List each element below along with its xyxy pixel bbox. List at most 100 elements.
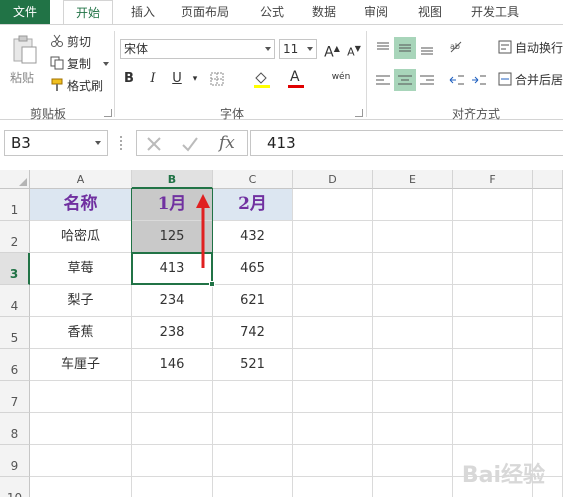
cell-A7[interactable] [30,381,132,413]
align-right-button[interactable] [416,69,438,91]
shrink-font-button[interactable]: A▼ [344,39,364,59]
font-name-select[interactable]: 宋体 [120,39,275,59]
align-center-button[interactable] [394,69,416,91]
row-header-5[interactable]: 5 [0,317,30,349]
cell-A10[interactable] [30,477,132,497]
tab-file[interactable]: 文件 [0,0,50,24]
tab-data[interactable]: 数据 [304,0,344,24]
grow-font-button[interactable]: A▲ [322,39,342,61]
row-header-6[interactable]: 6 [0,349,30,381]
copy-button[interactable]: 复制 [50,55,109,73]
row-header-7[interactable]: 7 [0,381,30,413]
cell-E3[interactable] [373,253,453,285]
cell-A8[interactable] [30,413,132,445]
cell-C8[interactable] [213,413,293,445]
cell-B8[interactable] [132,413,213,445]
cell-E7[interactable] [373,381,453,413]
cell-B5[interactable]: 238 [132,317,213,349]
cell-F1[interactable] [453,189,533,221]
tab-formulas[interactable]: 公式 [252,0,292,24]
cell-E1[interactable] [373,189,453,221]
font-color-button[interactable]: A [286,69,306,89]
column-header-E[interactable]: E [373,170,453,189]
cell-D9[interactable] [293,445,373,477]
increase-indent-button[interactable] [468,69,490,91]
column-header-A[interactable]: A [30,170,132,189]
column-header-F[interactable]: F [453,170,533,189]
cell-B9[interactable] [132,445,213,477]
tab-insert[interactable]: 插入 [126,0,160,24]
formula-bar-grip-icon[interactable] [120,136,122,150]
row-header-1[interactable]: 1 [0,189,30,221]
row-header-10[interactable]: 10 [0,477,30,497]
cell-A2[interactable]: 哈密瓜 [30,221,132,253]
row-header-9[interactable]: 9 [0,445,30,477]
cell-A3[interactable]: 草莓 [30,253,132,285]
column-header-D[interactable]: D [293,170,373,189]
column-header-overflow[interactable] [533,170,563,189]
cell-F6[interactable] [453,349,533,381]
cell-F7[interactable] [453,381,533,413]
chevron-down-icon[interactable] [95,141,101,145]
cell-A4[interactable]: 梨子 [30,285,132,317]
cut-button[interactable]: 剪切 [50,33,91,51]
cell-A6[interactable]: 车厘子 [30,349,132,381]
align-bottom-button[interactable] [416,37,438,59]
orientation-button[interactable]: ab [446,37,468,59]
name-box[interactable]: B3 [4,130,108,156]
cell-D8[interactable] [293,413,373,445]
cell-F2[interactable] [453,221,533,253]
cell-overflow3[interactable] [533,253,563,285]
format-painter-button[interactable]: 格式刷 [50,77,103,95]
align-middle-button[interactable] [394,37,416,59]
merge-center-button[interactable]: 合并后居 [498,71,563,89]
cell-C3[interactable]: 465 [213,253,293,285]
cell-E5[interactable] [373,317,453,349]
cell-F8[interactable] [453,413,533,445]
italic-button[interactable]: I [144,69,162,89]
cell-overflow4[interactable] [533,285,563,317]
cell-D2[interactable] [293,221,373,253]
cell-C6[interactable]: 521 [213,349,293,381]
cell-C9[interactable] [213,445,293,477]
cell-D4[interactable] [293,285,373,317]
cell-E6[interactable] [373,349,453,381]
cell-A9[interactable] [30,445,132,477]
cell-A1[interactable]: 名称 [30,189,132,221]
tab-review[interactable]: 审阅 [356,0,396,24]
cell-B10[interactable] [132,477,213,497]
cell-overflow7[interactable] [533,381,563,413]
font-launcher-icon[interactable] [355,109,363,117]
row-header-2[interactable]: 2 [0,221,30,253]
chevron-down-icon[interactable] [102,62,109,66]
cell-C10[interactable] [213,477,293,497]
formula-input[interactable]: 413 [250,130,563,156]
cell-C7[interactable] [213,381,293,413]
align-top-button[interactable] [372,37,394,59]
tab-view[interactable]: 视图 [410,0,450,24]
chevron-down-icon[interactable]: ▾ [190,69,200,89]
fill-color-button[interactable] [252,69,272,89]
cell-E9[interactable] [373,445,453,477]
cell-C4[interactable]: 621 [213,285,293,317]
cell-E4[interactable] [373,285,453,317]
cell-overflow1[interactable] [533,189,563,221]
tab-developer[interactable]: 开发工具 [462,0,528,24]
row-header-8[interactable]: 8 [0,413,30,445]
cancel-icon[interactable] [145,135,163,153]
cell-D6[interactable] [293,349,373,381]
fill-handle[interactable] [209,281,215,287]
column-header-C[interactable]: C [213,170,293,189]
row-header-3[interactable]: 3 [0,253,30,285]
cell-B7[interactable] [132,381,213,413]
clipboard-launcher-icon[interactable] [104,109,112,117]
select-all-corner[interactable] [0,170,30,189]
cell-overflow8[interactable] [533,413,563,445]
bold-button[interactable]: B [120,69,138,89]
tab-page-layout[interactable]: 页面布局 [172,0,238,24]
phonetic-guide-button[interactable]: wén [330,67,352,87]
decrease-indent-button[interactable] [446,69,468,91]
cell-overflow5[interactable] [533,317,563,349]
cell-B4[interactable]: 234 [132,285,213,317]
row-header-4[interactable]: 4 [0,285,30,317]
